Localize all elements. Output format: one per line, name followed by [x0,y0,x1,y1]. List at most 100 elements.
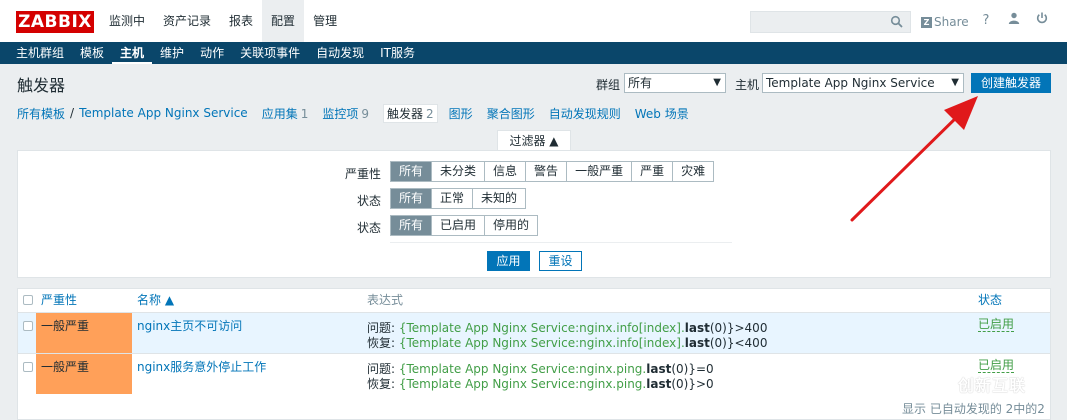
breadcrumb: 所有模板 / Template App Nginx Service 应用集 1 监… [17,103,703,123]
column-severity[interactable]: 严重性 [41,289,77,311]
tab-web-scenarios[interactable]: Web 场景 [635,105,689,122]
user-icon [1008,12,1020,24]
column-expression: 表达式 [367,293,404,307]
tab-triggers[interactable]: 触发器 2 [383,103,438,123]
column-name[interactable]: 名称 ▲ [137,289,174,311]
table-footer-count: 显示 已自动发现的 2中的2 [902,402,1045,416]
severity-option-average[interactable]: 一般严重 [567,162,633,181]
row-checkbox[interactable] [23,362,33,372]
breadcrumb-template[interactable]: Template App Nginx Service [79,106,248,120]
severity-option-information[interactable]: 信息 [485,162,527,181]
group-select[interactable]: 所有 ▼ [624,73,726,93]
tab-count: 2 [426,106,434,121]
host-select-value: Template App Nginx Service [766,76,935,90]
watermark-text: 创新互联 [958,376,1027,395]
severity-option-warning[interactable]: 警告 [526,162,568,181]
nav-event-correlation[interactable]: 关联项事件 [232,42,308,64]
expression-tail: (0)}>0 [671,377,714,391]
share-label: Share [934,15,969,29]
status-option-all[interactable]: 所有 [391,216,433,235]
nav-templates[interactable]: 模板 [72,42,112,64]
top-menu-reports[interactable]: 报表 [220,0,262,42]
nav-discovery[interactable]: 自动发现 [308,42,372,64]
severity-option-not-classified[interactable]: 未分类 [432,162,486,181]
expression-key-link[interactable]: {Template App Nginx Service:nginx.info[i… [399,336,685,350]
chevron-down-icon: ▼ [713,77,721,88]
breadcrumb-all-templates[interactable]: 所有模板 [17,105,65,122]
state-filter: 所有 正常 未知的 [390,188,527,209]
severity-cell: 一般严重 [36,313,132,353]
status-toggle[interactable]: 已启用 [978,358,1015,373]
expression-key-link[interactable]: {Template App Nginx Service:nginx.ping. [399,362,646,376]
tab-graphs[interactable]: 图形 [449,105,473,122]
state-option-unknown[interactable]: 未知的 [473,189,525,208]
severity-cell: 一般严重 [36,354,132,394]
user-profile-icon[interactable] [1005,12,1023,30]
severity-option-high[interactable]: 严重 [632,162,674,181]
status-option-enabled[interactable]: 已启用 [432,216,486,235]
expression-function: last [684,336,710,350]
expression-prefix: 问题: [367,362,399,376]
tab-label: 监控项 [322,106,359,121]
trigger-name-link[interactable]: nginx服务意外停止工作 [137,358,266,375]
zabbix-logo[interactable]: ZABBIX [16,11,94,33]
nav-it-services[interactable]: IT服务 [372,42,423,64]
sub-nav: 主机群组 模板 主机 维护 动作 关联项事件 自动发现 IT服务 [0,42,1067,64]
expression-key-link[interactable]: {Template App Nginx Service:nginx.info[i… [399,321,685,335]
expression-prefix: 恢复: [367,377,399,391]
column-status[interactable]: 状态 [978,289,1002,311]
sign-out-icon[interactable] [1033,12,1051,30]
expression-function: last [646,377,672,391]
severity-option-disaster[interactable]: 灾难 [673,162,713,181]
expression-prefix: 问题: [367,321,399,335]
breadcrumb-separator: / [70,106,75,120]
top-menu-configuration[interactable]: 配置 [262,0,305,42]
page-title: 触发器 [17,76,66,95]
status-option-disabled[interactable]: 停用的 [485,216,537,235]
tab-items[interactable]: 监控项 9 [322,105,369,122]
group-select-value: 所有 [628,76,653,90]
table-row: 一般严重 nginx主页不可访问 问题: {Template App Nginx… [18,312,1050,353]
trigger-name-link[interactable]: nginx主页不可访问 [137,317,242,334]
nav-host-groups[interactable]: 主机群组 [8,42,72,64]
top-bar: ZABBIX 监测中 资产记录 报表 配置 管理 Z Share ? [0,0,1067,42]
power-icon [1036,12,1048,24]
nav-actions[interactable]: 动作 [192,42,232,64]
tab-screens[interactable]: 聚合图形 [487,105,535,122]
state-filter-label: 状态 [357,194,382,208]
expression-key-link[interactable]: {Template App Nginx Service:nginx.ping. [399,377,646,391]
share-icon: Z [921,16,932,28]
tab-applications[interactable]: 应用集 1 [262,105,309,122]
top-menu: 监测中 资产记录 报表 配置 管理 [100,0,346,42]
tab-label: 应用集 [261,106,298,121]
nav-hosts[interactable]: 主机 [112,42,153,64]
expression-prefix: 恢复: [367,336,399,350]
state-option-normal[interactable]: 正常 [432,189,474,208]
search-icon[interactable] [890,15,904,29]
group-label: 群组 [596,78,621,92]
table-row: 一般严重 nginx服务意外停止工作 问题: {Template App Ngi… [18,353,1050,394]
help-icon[interactable]: ? [977,12,995,30]
top-menu-monitoring[interactable]: 监测中 [100,0,154,42]
filter-divider [390,242,732,243]
row-checkbox[interactable] [23,321,33,331]
nav-maintenance[interactable]: 维护 [152,42,192,64]
recovery-expression: 恢复: {Template App Nginx Service:nginx.pi… [367,375,714,392]
severity-filter: 所有 未分类 信息 警告 一般严重 严重 灾难 [390,161,715,182]
state-option-all[interactable]: 所有 [391,189,433,208]
reset-button[interactable]: 重设 [539,251,582,271]
tab-count: 9 [361,106,370,121]
watermark-icon [930,372,954,396]
recovery-expression: 恢复: {Template App Nginx Service:nginx.in… [367,334,767,351]
filter-toggle-tab[interactable]: 过滤器 ▲ [497,130,571,150]
apply-button[interactable]: 应用 [487,251,530,271]
search-input[interactable] [750,11,911,33]
select-all-checkbox[interactable] [23,295,33,305]
share-link[interactable]: Z Share [921,12,969,32]
severity-option-all[interactable]: 所有 [391,162,433,181]
tab-discovery-rules[interactable]: 自动发现规则 [549,105,621,122]
top-menu-inventory[interactable]: 资产记录 [154,0,220,42]
top-menu-administration[interactable]: 管理 [304,0,346,42]
expression-tail: (0)}=0 [671,362,714,376]
status-toggle[interactable]: 已启用 [978,317,1015,332]
